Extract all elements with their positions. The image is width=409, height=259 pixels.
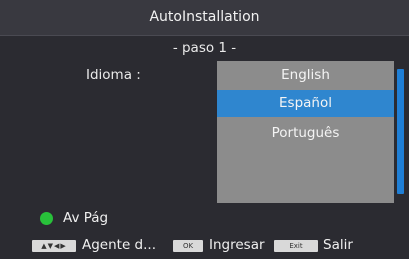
scrollbar-thumb[interactable]	[397, 69, 404, 194]
page-down-label: Av Pág	[63, 210, 109, 226]
nav-label: Agente d...	[82, 237, 156, 253]
scrollbar-track[interactable]	[396, 61, 406, 203]
page-title: AutoInstallation	[149, 9, 260, 25]
exit-key-icon[interactable]: Exit	[274, 240, 318, 252]
step-indicator: - paso 1 -	[172, 40, 237, 56]
ok-key-icon[interactable]: OK	[173, 240, 203, 252]
language-label: Idioma :	[86, 67, 141, 83]
language-option-portugues[interactable]: Português	[217, 120, 394, 147]
autoinstallation-screen: AutoInstallation - paso 1 - Idioma : Eng…	[0, 0, 409, 259]
exit-label: Salir	[323, 237, 353, 253]
ok-label: Ingresar	[209, 237, 265, 253]
green-key-icon[interactable]	[40, 212, 53, 225]
title-bar: AutoInstallation	[0, 0, 409, 36]
arrow-keys-icon[interactable]: ▲▼◀▶	[32, 240, 76, 252]
language-option-espanol[interactable]: Español	[217, 90, 394, 117]
language-list[interactable]: English Español Português	[217, 61, 394, 203]
language-option-english[interactable]: English	[217, 62, 394, 89]
